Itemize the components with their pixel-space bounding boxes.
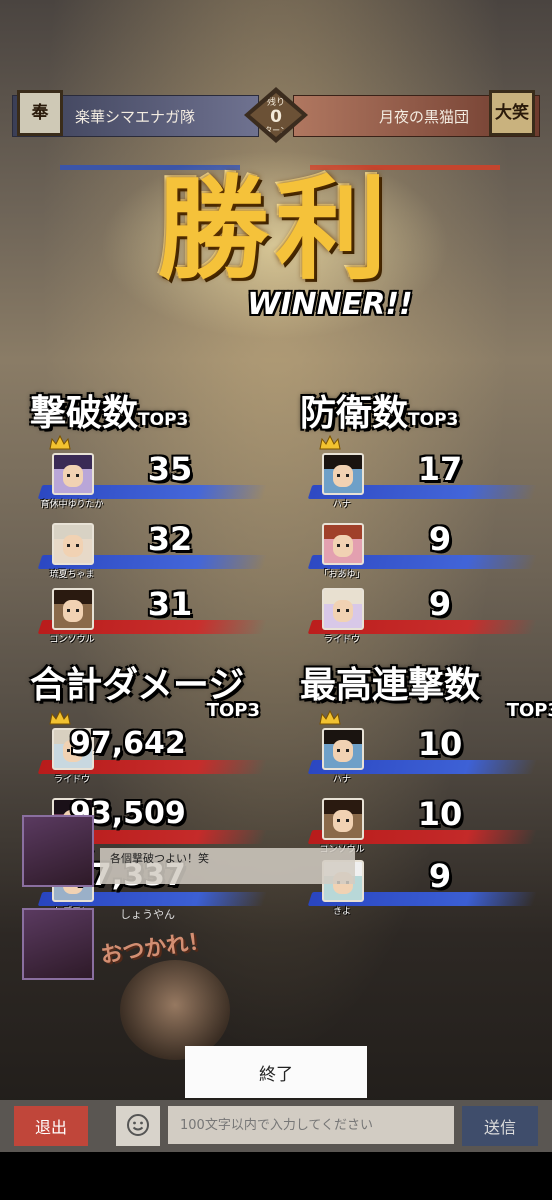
left-team-name: 楽華シマエナガ隊 (75, 108, 196, 126)
smiley-icon (127, 1113, 149, 1136)
score-value: 31 (147, 585, 193, 623)
player-name: 「おあゆ」 (319, 570, 365, 580)
avatar (322, 728, 364, 770)
player-name: 育休中ゆりたか (40, 500, 104, 510)
player-name: きよ (332, 907, 351, 917)
finish-button[interactable]: 終了 (185, 1046, 367, 1098)
ranking-defense-label: 防衛数 (300, 392, 409, 434)
ranking-combo-label: 最高連撃数 (300, 664, 481, 706)
chat-input[interactable] (168, 1106, 454, 1144)
left-team-banner: 奉 楽華シマエナガ隊 (12, 90, 259, 137)
player-name: ハナ (332, 500, 351, 510)
score-value: 10 (417, 795, 463, 833)
player-name: ハナ (332, 775, 351, 785)
score-value: 93,509 (70, 796, 186, 831)
score-value: 9 (428, 857, 452, 895)
ranking-combo-title: 最高連撃数 TOP3 (300, 660, 552, 721)
ranking-row: 育休中ゆりたか 35 (30, 435, 268, 525)
right-team-name: 月夜の黒猫団 (378, 108, 469, 126)
crown-icon (49, 710, 71, 725)
ranking-defense: 防衛数TOP3 ハナ 17 「おあゆ」 9 ライドウ 9 (300, 388, 538, 648)
avatar (322, 798, 364, 840)
ranking-damage-suffix: TOP3 (206, 700, 260, 721)
chat-message: 各個撃破つよい！笑 (110, 852, 209, 865)
ranking-damage-title: 合計ダメージ TOP3 (30, 660, 270, 721)
chat-avatar (22, 815, 94, 887)
ranking-defeats-label: 撃破数 (30, 392, 139, 434)
player-name: ライドウ (323, 635, 360, 645)
ranking-defeats-title: 撃破数TOP3 (30, 388, 270, 438)
avatar (52, 588, 94, 630)
ranking-row: コンソウル 31 (30, 585, 268, 660)
mascot-sticker (120, 960, 230, 1060)
right-team-banner: 月夜の黒猫団 大笑 (293, 90, 540, 137)
score-value: 9 (428, 585, 452, 623)
ranking-defeats-suffix: TOP3 (138, 410, 189, 430)
avatar (322, 588, 364, 630)
right-team-emblem: 大笑 (489, 90, 535, 136)
avatar (52, 523, 94, 565)
ranking-defeats: 撃破数TOP3 育休中ゆりたか 35 琉夏ちゃま 32 コンソウル 31 (30, 388, 268, 648)
score-value: 32 (147, 520, 193, 558)
player-name: ライドウ (53, 775, 90, 785)
victory-title: 勝利 (157, 164, 393, 295)
crown-icon (319, 710, 341, 725)
score-value: 9 (428, 520, 452, 558)
ranking-defense-suffix: TOP3 (408, 410, 459, 430)
ranking-combo-suffix: TOP3 (506, 700, 552, 721)
ranking-row: ライドウ 9 (300, 585, 538, 660)
battle-header: 奉 楽華シマエナガ隊 月夜の黒猫団 大笑 残り 0 ターン (0, 87, 552, 143)
crown-icon (49, 435, 71, 450)
victory-subtitle: WINNER!! (247, 287, 413, 322)
chat-username: しょうやん (120, 908, 175, 921)
player-name: コンソウル (49, 635, 95, 645)
avatar (322, 523, 364, 565)
score-value: 10 (417, 725, 463, 763)
score-value: 97,642 (70, 726, 186, 761)
player-name: 琉夏ちゃま (49, 570, 95, 580)
avatar (322, 453, 364, 495)
avatar (52, 453, 94, 495)
left-team-emblem: 奉 (17, 90, 63, 136)
crown-icon (319, 435, 341, 450)
ranking-row: ライドウ 97,642 (30, 710, 268, 800)
ranking-row: ハナ 10 (300, 710, 538, 800)
send-button[interactable]: 送信 (462, 1106, 538, 1146)
ranking-row: ハナ 17 (300, 435, 538, 525)
emoji-button[interactable] (116, 1106, 160, 1146)
score-value: 35 (147, 450, 193, 488)
ranking-defense-title: 防衛数TOP3 (300, 388, 540, 438)
chat-avatar (22, 908, 94, 980)
system-navigation-bar (0, 1152, 552, 1200)
exit-button[interactable]: 退出 (14, 1106, 88, 1146)
score-value: 17 (417, 450, 463, 488)
